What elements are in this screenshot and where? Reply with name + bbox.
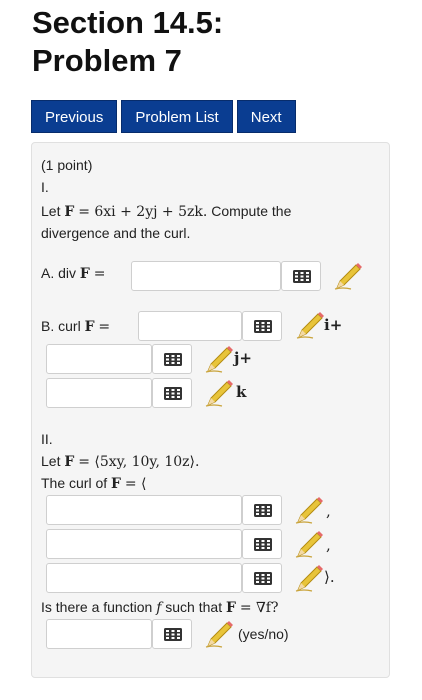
vector-F: F bbox=[111, 476, 121, 492]
pencil-icon[interactable] bbox=[294, 496, 324, 524]
let-text: Let bbox=[41, 203, 61, 219]
vector-F: F bbox=[64, 204, 75, 220]
curl2-y-input[interactable] bbox=[46, 529, 242, 559]
title-line-2: Problem 7 bbox=[32, 43, 182, 78]
comma-1: , bbox=[326, 502, 331, 520]
question-text-1: Is there a function bbox=[41, 599, 153, 615]
curl-text: B. curl bbox=[41, 318, 81, 334]
vector-F: F bbox=[84, 319, 95, 335]
next-button[interactable]: Next bbox=[236, 100, 296, 133]
problem-panel: (1 point) I. Let F = 6xi + 2yj + 5zk. Co… bbox=[31, 142, 390, 678]
function-f: f bbox=[156, 600, 162, 616]
div-answer-input[interactable] bbox=[131, 261, 281, 291]
curl2-x-input[interactable] bbox=[46, 495, 242, 525]
equals-sign: = bbox=[93, 266, 106, 282]
curl-prompt-text: The curl of bbox=[41, 475, 108, 491]
nav-buttons: Previous Problem List Next bbox=[31, 100, 296, 133]
let-text: Let bbox=[41, 453, 61, 469]
keypad-button[interactable] bbox=[281, 261, 321, 291]
problem-list-button[interactable]: Problem List bbox=[121, 100, 233, 133]
points-label: (1 point) bbox=[41, 157, 93, 173]
previous-button[interactable]: Previous bbox=[31, 100, 118, 133]
keypad-icon bbox=[164, 387, 182, 400]
keypad-icon bbox=[254, 572, 272, 585]
pencil-icon[interactable] bbox=[295, 311, 325, 339]
vector-F: F bbox=[225, 600, 236, 616]
part1-label: I. bbox=[41, 179, 49, 195]
curl-i-input[interactable] bbox=[138, 311, 242, 341]
field-expression: = ⟨5xy, 10y, 10z⟩. bbox=[78, 454, 200, 470]
curl-prompt: The curl of F = ⟨ bbox=[41, 473, 147, 494]
pencil-icon[interactable] bbox=[294, 530, 324, 558]
keypad-button[interactable] bbox=[242, 563, 282, 593]
keypad-button[interactable] bbox=[152, 378, 192, 408]
part1-statement: Let F = 6xi + 2yj + 5zk. Compute the bbox=[41, 201, 291, 222]
equals-bracket: = ⟨ bbox=[124, 476, 147, 492]
keypad-icon bbox=[293, 270, 311, 283]
page-title: Section 14.5: Problem 7 bbox=[32, 4, 392, 80]
question-text-2: such that bbox=[165, 599, 223, 615]
div-label: A. div F = bbox=[41, 263, 105, 284]
field-expression: = 6xi + 2yj + 5zk. bbox=[78, 204, 208, 220]
vector-F: F bbox=[64, 454, 75, 470]
closing-bracket: ⟩. bbox=[324, 568, 335, 586]
keypad-button[interactable] bbox=[152, 344, 192, 374]
keypad-button[interactable] bbox=[152, 619, 192, 649]
yesno-input[interactable] bbox=[46, 619, 152, 649]
gradient-question: Is there a function f such that F = ∇f? bbox=[41, 597, 278, 618]
pencil-icon[interactable] bbox=[204, 379, 234, 407]
unit-j: j+ bbox=[234, 349, 252, 367]
equals-sign: = bbox=[98, 319, 111, 335]
keypad-button[interactable] bbox=[242, 529, 282, 559]
gradient-expression: = ∇f? bbox=[239, 600, 279, 616]
comma-2: , bbox=[326, 536, 331, 554]
instruction-text-2: divergence and the curl. bbox=[41, 225, 191, 241]
unit-k: k bbox=[236, 383, 247, 401]
curl-k-input[interactable] bbox=[46, 378, 152, 408]
curl-label: B. curl F = bbox=[41, 316, 110, 337]
instruction-text: Compute the bbox=[207, 203, 292, 219]
pencil-icon[interactable] bbox=[333, 262, 363, 290]
unit-i: i+ bbox=[324, 316, 343, 334]
pencil-icon[interactable] bbox=[204, 620, 234, 648]
curl2-z-input[interactable] bbox=[46, 563, 242, 593]
title-line-1: Section 14.5: bbox=[32, 5, 224, 40]
keypad-button[interactable] bbox=[242, 311, 282, 341]
yesno-hint: (yes/no) bbox=[238, 626, 289, 642]
keypad-icon bbox=[254, 320, 272, 333]
part2-label: II. bbox=[41, 431, 53, 447]
div-text: A. div bbox=[41, 265, 77, 281]
keypad-button[interactable] bbox=[242, 495, 282, 525]
keypad-icon bbox=[254, 504, 272, 517]
curl-j-input[interactable] bbox=[46, 344, 152, 374]
vector-F: F bbox=[79, 266, 90, 282]
pencil-icon[interactable] bbox=[294, 564, 324, 592]
pencil-icon[interactable] bbox=[204, 345, 234, 373]
keypad-icon bbox=[254, 538, 272, 551]
keypad-icon bbox=[164, 353, 182, 366]
part2-statement: Let F = ⟨5xy, 10y, 10z⟩. bbox=[41, 451, 199, 472]
keypad-icon bbox=[164, 628, 182, 641]
